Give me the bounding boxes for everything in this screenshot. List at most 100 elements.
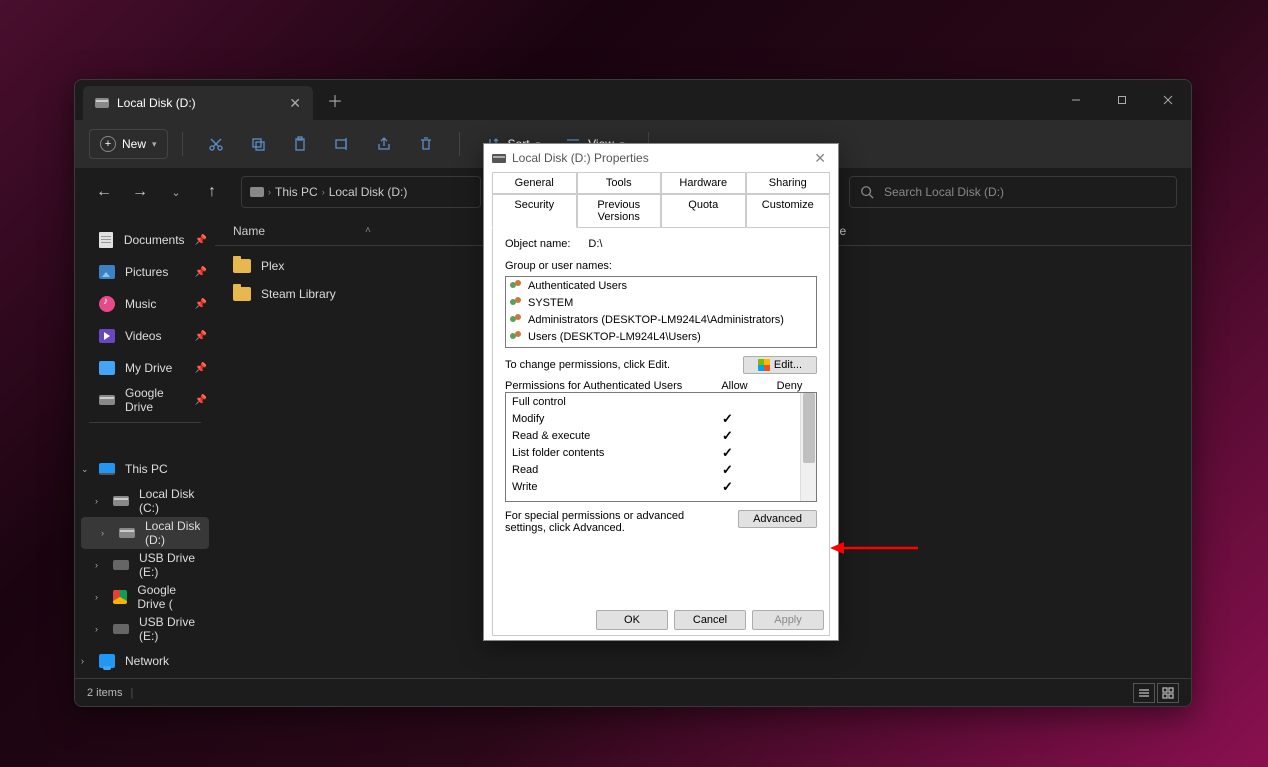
rename-button[interactable] (323, 129, 361, 159)
list-item[interactable]: Users (DESKTOP-LM924L4\Users) (506, 328, 816, 345)
document-icon (99, 232, 113, 248)
maximize-button[interactable] (1099, 80, 1145, 120)
new-button[interactable]: + New ▾ (89, 129, 168, 159)
drive-icon (99, 361, 115, 375)
list-item[interactable]: Administrators (DESKTOP-LM924L4\Administ… (506, 311, 816, 328)
chevron-down-icon[interactable]: ⌄ (81, 464, 89, 475)
folder-icon (233, 259, 251, 273)
pictures-icon (99, 265, 115, 279)
tab-general[interactable]: General (492, 172, 577, 194)
tab-customize[interactable]: Customize (746, 194, 831, 228)
google-drive-icon (113, 590, 127, 604)
recent-button[interactable]: ⌄ (161, 177, 191, 207)
apply-button[interactable]: Apply (752, 610, 824, 630)
cut-button[interactable] (197, 129, 235, 159)
list-item[interactable]: SYSTEM (506, 294, 816, 311)
forward-button[interactable]: → (125, 177, 155, 207)
breadcrumb[interactable]: › This PC › Local Disk (D:) (241, 176, 481, 208)
view-toggle (1133, 683, 1179, 703)
search-input[interactable]: Search Local Disk (D:) (849, 176, 1177, 208)
sidebar-item-usb-drive[interactable]: ›USB Drive (E:) (75, 549, 215, 581)
breadcrumb-segment[interactable]: Local Disk (D:) (329, 185, 408, 199)
back-button[interactable]: ← (89, 177, 119, 207)
sidebar-item-this-pc[interactable]: ⌄This PC (75, 453, 215, 485)
sidebar-item-network[interactable]: ›Network (75, 645, 215, 677)
tab-quota[interactable]: Quota (661, 194, 746, 228)
disk-icon (95, 98, 109, 108)
clipboard-icon (291, 135, 309, 153)
chevron-right-icon[interactable]: › (95, 560, 98, 570)
share-button[interactable] (365, 129, 403, 159)
ok-button[interactable]: OK (596, 610, 668, 630)
window-controls (1053, 80, 1191, 120)
sidebar-item-documents[interactable]: Documents📌 (75, 224, 215, 256)
tab-hardware[interactable]: Hardware (661, 172, 746, 194)
users-icon (510, 314, 524, 326)
sidebar-item-mydrive[interactable]: My Drive📌 (75, 352, 215, 384)
tab-close-button[interactable]: ✕ (289, 95, 301, 112)
tab-security[interactable]: Security (492, 194, 577, 228)
paste-button[interactable] (281, 129, 319, 159)
dialog-buttons: OK Cancel Apply (596, 610, 824, 630)
cancel-button[interactable]: Cancel (674, 610, 746, 630)
permission-row: List folder contents✓ (506, 444, 816, 461)
close-button[interactable]: ✕ (810, 150, 830, 167)
disk-icon (119, 528, 135, 538)
tab-sharing[interactable]: Sharing (746, 172, 831, 194)
close-button[interactable] (1145, 80, 1191, 120)
security-tab-panel: Object name: D:\ Group or user names: Au… (492, 228, 830, 636)
users-icon (510, 280, 524, 292)
column-name[interactable]: Name (233, 224, 353, 238)
scrollbar[interactable] (800, 393, 816, 501)
chevron-right-icon[interactable]: › (95, 592, 98, 602)
new-tab-button[interactable]: ＋ (313, 88, 357, 112)
tab-previous-versions[interactable]: Previous Versions (577, 194, 662, 228)
chevron-right-icon[interactable]: › (81, 656, 84, 666)
breadcrumb-segment[interactable]: This PC (275, 185, 318, 199)
dialog-title: Local Disk (D:) Properties (512, 151, 649, 165)
disk-icon (492, 154, 506, 163)
up-button[interactable]: ↑ (197, 177, 227, 207)
sidebar-item-google-drive[interactable]: Google Drive📌 (75, 384, 215, 416)
details-view-button[interactable] (1133, 683, 1155, 703)
chevron-down-icon: ⌄ (171, 186, 180, 199)
group-list[interactable]: Authenticated Users SYSTEM Administrator… (505, 276, 817, 348)
chevron-right-icon[interactable]: › (95, 496, 98, 506)
deny-column: Deny (762, 380, 817, 392)
pin-icon: 📌 (195, 331, 207, 342)
sidebar-item-videos[interactable]: Videos📌 (75, 320, 215, 352)
users-icon (510, 331, 524, 343)
edit-button[interactable]: Edit... (743, 356, 817, 374)
window-tab[interactable]: Local Disk (D:) ✕ (83, 86, 313, 120)
tab-tools[interactable]: Tools (577, 172, 662, 194)
item-count: 2 items (87, 687, 122, 699)
chevron-right-icon[interactable]: › (95, 624, 98, 634)
shield-icon (758, 359, 770, 371)
videos-icon (99, 329, 115, 343)
advanced-button[interactable]: Advanced (738, 510, 817, 528)
sidebar-item-local-disk-c[interactable]: ›Local Disk (C:) (75, 485, 215, 517)
icons-view-button[interactable] (1157, 683, 1179, 703)
chevron-right-icon[interactable]: › (101, 528, 104, 538)
permissions-list[interactable]: Full control Modify✓ Read & execute✓ Lis… (505, 392, 817, 502)
sidebar-item-usb-drive-2[interactable]: ›USB Drive (E:) (75, 613, 215, 645)
plus-icon: + (100, 136, 116, 152)
scrollbar-thumb[interactable] (803, 393, 815, 463)
change-permissions-text: To change permissions, click Edit. (505, 359, 743, 371)
music-icon (99, 296, 115, 312)
separator (459, 132, 460, 156)
sidebar-item-music[interactable]: Music📌 (75, 288, 215, 320)
minimize-button[interactable] (1053, 80, 1099, 120)
delete-button[interactable] (407, 129, 445, 159)
sort-indicator-icon: ˄ (365, 225, 371, 236)
permission-row: Full control (506, 393, 816, 410)
sidebar-item-pictures[interactable]: Pictures📌 (75, 256, 215, 288)
pin-icon: 📌 (195, 235, 207, 246)
list-item[interactable]: Authenticated Users (506, 277, 816, 294)
sidebar-item-google-drive-disk[interactable]: ›Google Drive ( (75, 581, 215, 613)
chevron-right-icon[interactable]: › (268, 187, 271, 197)
allow-column: Allow (707, 380, 762, 392)
sidebar-item-local-disk-d[interactable]: ›Local Disk (D:) (81, 517, 209, 549)
chevron-right-icon[interactable]: › (322, 187, 325, 197)
copy-button[interactable] (239, 129, 277, 159)
